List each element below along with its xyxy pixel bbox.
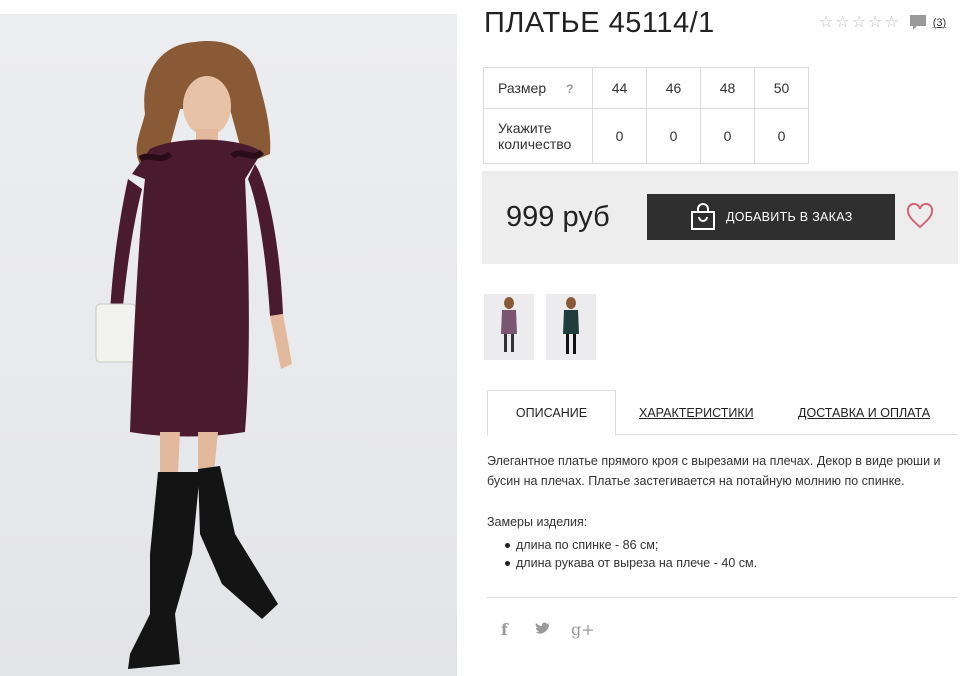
add-to-order-button[interactable]: ДОБАВИТЬ В ЗАКАЗ	[647, 194, 895, 240]
size-help-icon[interactable]: ?	[566, 82, 573, 96]
add-to-order-label: ДОБАВИТЬ В ЗАКАЗ	[726, 210, 853, 224]
info-tabs: ОПИСАНИЕ ХАРАКТЕРИСТИКИ ДОСТАВКА И ОПЛАТ…	[487, 390, 958, 436]
tab-delivery-payment[interactable]: ДОСТАВКА И ОПЛАТА	[798, 390, 930, 435]
twitter-icon[interactable]	[535, 622, 551, 636]
product-description: Элегантное платье прямого кроя с вырезам…	[487, 454, 941, 488]
divider	[487, 597, 958, 598]
comments-count-link[interactable]: (3)	[933, 17, 946, 29]
star-empty-icon[interactable]: ☆	[835, 14, 849, 31]
size-label: Размер	[498, 80, 547, 96]
product-title: ПЛАТЬЕ 45114/1	[484, 7, 715, 39]
quantity-label-cell: Укажите количество	[483, 108, 593, 164]
size-label-cell: Размер?	[483, 67, 593, 109]
purchase-panel: 999 руб ДОБАВИТЬ В ЗАКАЗ	[482, 171, 958, 264]
comment-icon[interactable]	[909, 14, 927, 31]
quantity-label-line2: количество	[498, 136, 572, 152]
shopping-bag-icon	[691, 203, 715, 230]
star-empty-icon[interactable]: ☆	[852, 14, 866, 31]
heart-icon[interactable]	[906, 203, 934, 229]
google-plus-icon[interactable]: g+	[571, 620, 595, 639]
tab-characteristics[interactable]: ХАРАКТЕРИСТИКИ	[639, 390, 754, 435]
list-item: длина рукава от выреза на плече - 40 см.	[504, 556, 758, 570]
measures-title: Замеры изделия:	[487, 515, 588, 529]
quantity-input-46[interactable]: 0	[646, 108, 701, 164]
rating[interactable]: ☆ ☆ ☆ ☆ ☆ (3)	[819, 14, 946, 31]
list-item: длина по спинке - 86 см;	[504, 536, 757, 554]
quantity-input-50[interactable]: 0	[754, 108, 809, 164]
facebook-icon[interactable]: f	[501, 620, 508, 639]
product-main-photo[interactable]	[0, 14, 457, 676]
price: 999 руб	[506, 201, 610, 233]
size-cell-50: 50	[754, 67, 809, 109]
quantity-row: Укажите количество 0 0 0 0	[483, 108, 809, 164]
size-quantity-table: Размер? 44 46 48 50 Укажите количество 0…	[483, 67, 809, 164]
tab-description[interactable]: ОПИСАНИЕ	[487, 390, 616, 436]
model-illustration	[95, 41, 292, 669]
size-cell-44: 44	[592, 67, 647, 109]
thumbnail-image	[563, 297, 579, 354]
thumbnail-image	[501, 297, 517, 352]
thumbnail-green[interactable]	[546, 294, 596, 360]
size-cell-48: 48	[700, 67, 755, 109]
quantity-input-48[interactable]: 0	[700, 108, 755, 164]
star-empty-icon[interactable]: ☆	[868, 14, 882, 31]
thumbnail-burgundy[interactable]	[484, 294, 534, 360]
size-cell-46: 46	[646, 67, 701, 109]
star-empty-icon[interactable]: ☆	[819, 14, 833, 31]
measures-list: длина по спинке - 86 см; длина рукава от…	[504, 536, 758, 572]
quantity-label-line1: Укажите	[498, 120, 552, 136]
star-empty-icon[interactable]: ☆	[884, 14, 898, 31]
size-row: Размер? 44 46 48 50	[483, 67, 809, 109]
quantity-input-44[interactable]: 0	[592, 108, 647, 164]
